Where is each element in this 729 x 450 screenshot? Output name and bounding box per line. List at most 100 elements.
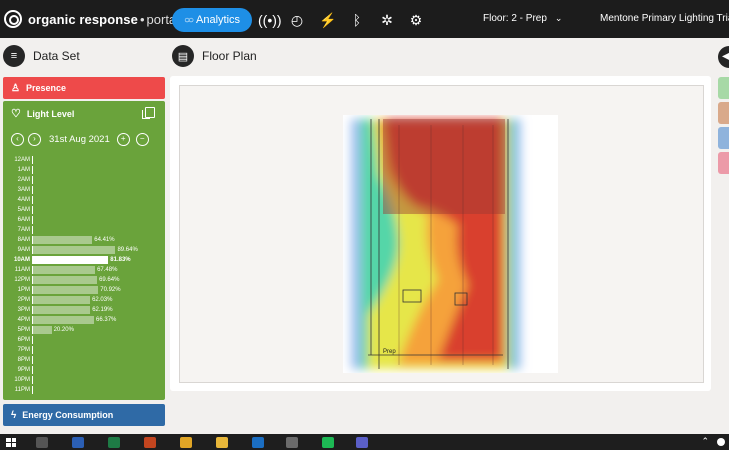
hour-value: 64.41% [94,237,115,243]
heatmap-floor-plan[interactable]: Prep [343,115,558,373]
brand-name: organic response [28,11,138,27]
chrome-icon[interactable] [180,437,192,448]
hour-row[interactable]: 6AM [5,215,161,225]
prev-day-button[interactable]: ‹ [11,132,24,146]
hour-row[interactable]: 1PM 70.92% [5,285,161,295]
hour-row[interactable]: 7AM [5,225,161,235]
hour-row[interactable]: 11PM [5,385,161,395]
bluetooth-icon[interactable]: ᛒ [347,10,367,30]
plug-icon[interactable]: ⚡ [318,10,338,30]
hour-label: 5AM [17,207,30,213]
hour-row[interactable]: 4PM 66.37% [5,315,161,325]
right-tab-4[interactable] [718,152,729,174]
hour-label: 1PM [17,287,30,293]
hour-bar[interactable] [33,246,116,254]
data-set-title: Data Set [33,49,80,63]
floor-plan-card: Prep [170,76,711,391]
hour-row[interactable]: 9AM 89.64% [5,245,161,255]
gears-icon[interactable]: ⚙ [406,10,426,30]
hour-row[interactable]: 12PM 69.64% [5,275,161,285]
hour-label: 4AM [17,197,30,203]
copy-icon[interactable] [142,107,155,119]
hour-bar[interactable] [33,296,91,304]
presence-button[interactable]: ♙ Presence [3,77,165,99]
list-icon[interactable]: ≡ [3,45,25,67]
teams-icon[interactable] [356,437,368,448]
hour-axis-tick [32,166,33,174]
hour-label: 11AM [14,267,30,273]
hour-axis-tick [32,196,33,204]
hour-row[interactable]: 5AM [5,205,161,215]
taskview-icon[interactable] [36,437,48,448]
hour-row[interactable]: 8PM [5,355,161,365]
floor-plan-title: Floor Plan [202,49,257,63]
right-tab-2[interactable] [718,102,729,124]
hour-bar[interactable] [33,286,99,294]
hour-row[interactable]: 7PM [5,345,161,355]
spotify-icon[interactable] [322,437,334,448]
map-icon[interactable]: ▤ [172,45,194,67]
windows-start-icon[interactable] [6,438,16,447]
hour-label: 1AM [17,167,30,173]
floor-label: Floor: 2 - Prep [483,13,547,24]
hour-row[interactable]: 8AM 64.41% [5,235,161,245]
room-label: Prep [383,349,396,355]
wireless-icon[interactable]: ((•)) [258,10,282,30]
calculator-icon[interactable] [286,437,298,448]
hour-row[interactable]: 3AM [5,185,161,195]
gauge-icon[interactable]: ◴ [287,10,307,30]
floor-select[interactable]: Floor: 2 - Prep ⌄ [483,13,562,24]
hour-label: 10PM [14,377,30,383]
folder-icon[interactable] [216,437,228,448]
bulb-settings-icon[interactable]: ✲ [377,10,397,30]
hour-row[interactable]: 2AM [5,175,161,185]
hour-bar[interactable] [33,276,98,284]
excel-icon[interactable] [108,437,120,448]
word-icon[interactable] [72,437,84,448]
hour-bar[interactable] [33,306,91,314]
hour-axis-tick [32,226,33,234]
hour-row[interactable]: 1AM [5,165,161,175]
outlook-icon[interactable] [252,437,264,448]
hour-label: 2AM [17,177,30,183]
hour-axis-tick [32,376,33,384]
app-icon[interactable] [144,437,156,448]
logo-icon [4,10,22,28]
analytics-button[interactable]: ○○ Analytics [172,8,252,32]
hour-bar[interactable] [33,236,93,244]
hour-bar[interactable] [33,316,95,324]
next-day-button[interactable]: › [28,132,41,146]
hour-row[interactable]: 10AM 81.83% [5,255,161,265]
hour-row[interactable]: 2PM 62.03% [5,295,161,305]
tray-icon[interactable] [717,438,725,446]
light-level-header[interactable]: ♡ Light Level [11,107,74,120]
zoom-out-button[interactable]: − [135,132,149,146]
hour-row[interactable]: 9PM [5,365,161,375]
right-tab-3[interactable] [718,127,729,149]
hour-row[interactable]: 11AM 67.48% [5,265,161,275]
energy-consumption-button[interactable]: ϟ Energy Consumption [3,404,165,426]
right-panel-toggle-icon[interactable]: ◀ [718,46,729,68]
hour-row[interactable]: 5PM 20.20% [5,325,161,335]
hour-axis-tick [32,206,33,214]
bulb-icon: ♡ [11,108,21,120]
brand-separator: • [139,11,145,27]
logo[interactable]: organic response • portal [0,0,179,38]
hour-label: 12PM [14,277,30,283]
hour-value: 62.19% [92,307,113,313]
hour-value: 66.37% [96,317,117,323]
hour-row[interactable]: 4AM [5,195,161,205]
hour-value: 81.83% [110,257,131,263]
hour-row[interactable]: 3PM 62.19% [5,305,161,315]
right-tab-1[interactable] [718,77,729,99]
tray-chevron-icon[interactable]: ⌃ [701,436,709,447]
hour-row[interactable]: 6PM [5,335,161,345]
hourly-chart: 12AM 1AM 2AM 3AM 4AM 5AM 6AM 7AM 8AM 64.41% 9AM 89.… [5,155,161,395]
hour-row[interactable]: 10PM [5,375,161,385]
hour-bar[interactable] [33,266,96,274]
hour-bar[interactable] [33,256,109,264]
floor-plan-canvas[interactable]: Prep [179,85,704,383]
zoom-in-button[interactable]: + [116,132,130,146]
hour-row[interactable]: 12AM [5,155,161,165]
hour-bar[interactable] [33,326,52,334]
